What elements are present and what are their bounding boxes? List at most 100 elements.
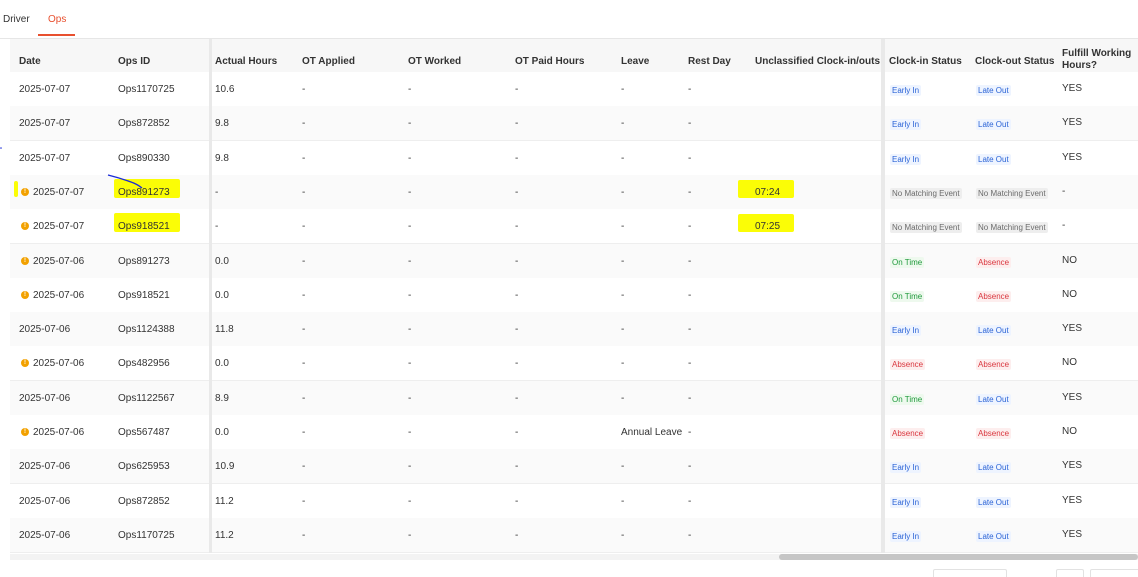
ops-id-cell: Ops891273: [118, 256, 170, 267]
ot-paid-hours-cell: -: [515, 324, 519, 335]
clock-out-status-badge: Absence: [976, 291, 1012, 302]
unclassified-clock-cell: 07:24: [755, 187, 781, 198]
actual-hours-cell: -: [215, 187, 219, 198]
ot-worked-cell: -: [408, 461, 412, 472]
clock-out-status-badge: Late Out: [976, 394, 1011, 405]
actual-hours-cell: 11.8: [215, 324, 234, 335]
actual-hours-cell: 9.8: [215, 153, 229, 164]
warning-icon[interactable]: !: [21, 428, 29, 436]
warning-icon[interactable]: !: [21, 257, 29, 265]
ot-paid-hours-cell: -: [515, 256, 519, 267]
col-clock-out-status[interactable]: Clock-out Status: [975, 56, 1054, 67]
actual-hours-cell: 10.6: [215, 84, 235, 95]
rest-day-cell: -: [688, 153, 692, 164]
tab-driver[interactable]: Driver: [3, 14, 30, 25]
col-actual-hours[interactable]: Actual Hours: [215, 56, 277, 67]
tab-bar: Driver Ops: [0, 0, 1138, 39]
col-ot-paid-hours[interactable]: OT Paid Hours: [515, 56, 584, 67]
table-row[interactable]: 2025-07-06 Ops1170725 11.2 - - - - - Early In Lat…: [10, 518, 1138, 553]
ot-applied-cell: -: [302, 256, 306, 267]
fulfill-hours-cell: NO: [1062, 426, 1077, 437]
clock-out-status-badge: No Matching Event: [976, 188, 1048, 199]
col-clock-in-status[interactable]: Clock-in Status: [889, 56, 962, 67]
col-unclassified[interactable]: Unclassified Clock-in/outs: [755, 56, 880, 67]
table-row[interactable]: 2025-07-07 Ops890330 9.8 - - - - - Early In Late …: [10, 141, 1138, 176]
horizontal-scrollbar-thumb[interactable]: [779, 554, 1138, 560]
warning-icon[interactable]: !: [21, 291, 29, 299]
ot-paid-hours-cell: -: [515, 358, 519, 369]
table-row[interactable]: 2025-07-07 Ops1170725 10.6 - - - - - Early In Lat…: [10, 72, 1138, 107]
table-row[interactable]: 2025-07-06 Ops872852 11.2 - - - - - Early In Late…: [10, 484, 1138, 519]
table-row[interactable]: ! 2025-07-06 Ops918521 0.0 - - - - - On Time Absen…: [10, 278, 1138, 313]
ot-worked-cell: -: [408, 427, 412, 438]
active-tab-indicator: [38, 34, 75, 36]
actual-hours-cell: 11.2: [215, 530, 234, 541]
table-row[interactable]: ! 2025-07-06 Ops567487 0.0- - - Annual Leave - A…: [10, 415, 1138, 450]
date-cell: 2025-07-07: [19, 84, 71, 95]
ot-applied-cell: -: [302, 221, 306, 232]
ot-paid-hours-cell: -: [515, 187, 519, 198]
date-cell: 2025-07-06: [33, 427, 85, 438]
ops-id-cell: Ops1122567: [118, 393, 175, 404]
table-row[interactable]: ! 2025-07-07 Ops918521 - - - - - - 07:25 No Matchi…: [10, 209, 1138, 244]
col-ot-applied[interactable]: OT Applied: [302, 56, 355, 67]
clock-out-status-badge: Late Out: [976, 497, 1011, 508]
ot-applied-cell: -: [302, 496, 306, 507]
warning-icon[interactable]: !: [21, 222, 29, 230]
warning-icon[interactable]: !: [21, 359, 29, 367]
rest-day-cell: -: [688, 118, 692, 129]
ot-worked-cell: -: [408, 84, 412, 95]
col-date[interactable]: Date: [19, 56, 41, 67]
clock-in-status-badge: Early In: [890, 531, 922, 542]
rest-day-cell: -: [688, 84, 692, 95]
rest-day-cell: -: [688, 427, 692, 438]
leave-cell: -: [621, 496, 625, 507]
ops-id-cell: Ops891273: [118, 187, 170, 198]
leave-cell: -: [621, 118, 625, 129]
date-cell: 2025-07-06: [33, 256, 85, 267]
clock-out-status-badge: Late Out: [976, 325, 1011, 336]
ops-id-cell: Ops567487: [118, 427, 170, 438]
fulfill-hours-cell: YES: [1062, 83, 1083, 94]
clock-in-status-badge: Early In: [890, 325, 922, 336]
clock-in-status-badge: Early In: [890, 85, 922, 96]
table-row[interactable]: ! 2025-07-07 Ops891273 - - - - - - 07:24 No Matchi…: [10, 175, 1138, 210]
fulfill-hours-cell: YES: [1062, 495, 1083, 506]
ops-id-cell: Ops1170725: [118, 84, 175, 95]
tab-ops[interactable]: Ops: [48, 14, 66, 25]
fulfill-hours-cell: YES: [1062, 117, 1083, 128]
warning-icon[interactable]: !: [21, 188, 29, 196]
table-row[interactable]: 2025-07-06 Ops625953 10.9 - - - - - Early In Late…: [10, 449, 1138, 484]
table-row[interactable]: 2025-07-07 Ops872852 9.8 - - - - - Early In Late …: [10, 106, 1138, 141]
actual-hours-cell: 0.0: [215, 290, 229, 301]
ot-paid-hours-cell: -: [515, 461, 519, 472]
ot-applied-cell: -: [302, 153, 306, 164]
clock-in-status-badge: Absence: [890, 359, 926, 370]
table-row[interactable]: 2025-07-06 Ops1124388 11.8 - - - - - Early In Lat…: [10, 312, 1138, 347]
col-leave[interactable]: Leave: [621, 56, 649, 67]
ot-paid-hours-cell: -: [515, 153, 519, 164]
col-rest-day[interactable]: Rest Day: [688, 56, 731, 67]
fulfill-hours-cell: NO: [1062, 255, 1077, 266]
leave-cell: -: [621, 84, 625, 95]
ops-id-cell: Ops625953: [118, 461, 170, 472]
ops-id-cell: Ops918521: [118, 221, 170, 232]
table-row[interactable]: ! 2025-07-06 Ops891273 0.0 - - - - - On Time Absen…: [10, 244, 1138, 279]
highlighter-mark: [14, 181, 18, 197]
clock-in-status-badge: On Time: [890, 291, 925, 302]
ops-id-cell: Ops872852: [118, 496, 170, 507]
clock-in-status-badge: Absence: [890, 428, 926, 439]
col-ops-id[interactable]: Ops ID: [118, 56, 150, 67]
table-row[interactable]: 2025-07-06 Ops1122567 8.9 - - - - - On Time Late …: [10, 381, 1138, 416]
clock-out-status-badge: Late Out: [976, 462, 1011, 473]
ot-paid-hours-cell: -: [515, 496, 519, 507]
clock-in-status-badge: Early In: [890, 497, 922, 508]
table-row[interactable]: ! 2025-07-06 Ops482956 0.0 - - - - - Absence Absen…: [10, 346, 1138, 381]
ot-worked-cell: -: [408, 393, 412, 404]
col-fulfill-hours[interactable]: Fulfill Working Hours?: [1062, 48, 1132, 72]
clock-out-status-badge: Absence: [976, 359, 1012, 370]
ot-applied-cell: -: [302, 530, 306, 541]
ops-id-cell: Ops890330: [118, 153, 170, 164]
ot-applied-cell: -: [302, 461, 306, 472]
col-ot-worked[interactable]: OT Worked: [408, 56, 461, 67]
